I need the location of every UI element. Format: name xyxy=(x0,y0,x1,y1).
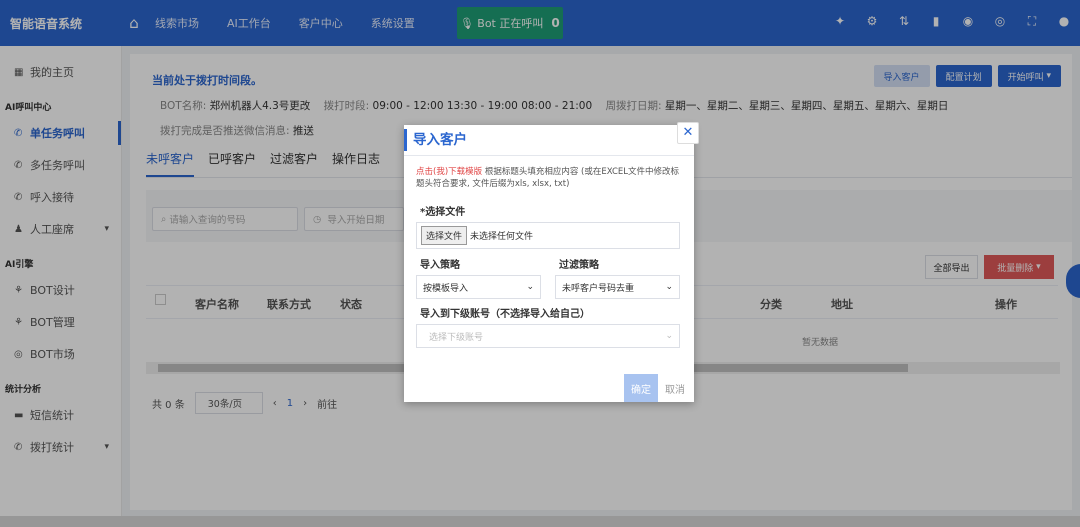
sub-account-label: 导入到下级账号（不选择导入给自己） xyxy=(420,309,590,320)
dialog-divider xyxy=(404,155,694,156)
choose-file-button[interactable]: 选择文件 xyxy=(421,226,468,245)
filter-label: 过滤策略 xyxy=(559,260,599,271)
close-icon[interactable]: ✕ xyxy=(677,122,699,144)
strategy-value: 按模板导入 xyxy=(423,283,469,294)
dialog-title: 导入客户 xyxy=(404,129,467,151)
download-template-link[interactable]: 点击(我)下载模版 xyxy=(416,167,482,177)
chevron-down-icon: ⌄ xyxy=(526,282,534,292)
sub-account-select[interactable]: 选择下级账号 ⌄ xyxy=(416,324,680,348)
chevron-down-icon: ⌄ xyxy=(665,282,673,292)
chevron-down-icon: ⌄ xyxy=(665,331,673,341)
file-input[interactable]: 选择文件 未选择任何文件 xyxy=(416,222,680,249)
file-status: 未选择任何文件 xyxy=(470,232,534,242)
import-strategy-select[interactable]: 按模板导入 ⌄ xyxy=(416,275,541,299)
strategy-label: 导入策略 xyxy=(420,260,460,271)
confirm-button[interactable]: 确定 xyxy=(624,374,658,402)
file-label: *选择文件 xyxy=(420,207,466,218)
sub-account-placeholder: 选择下级账号 xyxy=(429,332,484,343)
dialog-description: 点击(我)下载模版 根据标题头填充相应内容 (或在EXCEL文件中修改标题头符合… xyxy=(416,166,684,190)
cancel-button[interactable]: 取消 xyxy=(665,381,685,396)
import-customer-dialog: 导入客户 ✕ 点击(我)下载模版 根据标题头填充相应内容 (或在EXCEL文件中… xyxy=(404,122,699,402)
filter-strategy-select[interactable]: 未呼客户号码去重 ⌄ xyxy=(555,275,680,299)
filter-value: 未呼客户号码去重 xyxy=(562,283,635,294)
